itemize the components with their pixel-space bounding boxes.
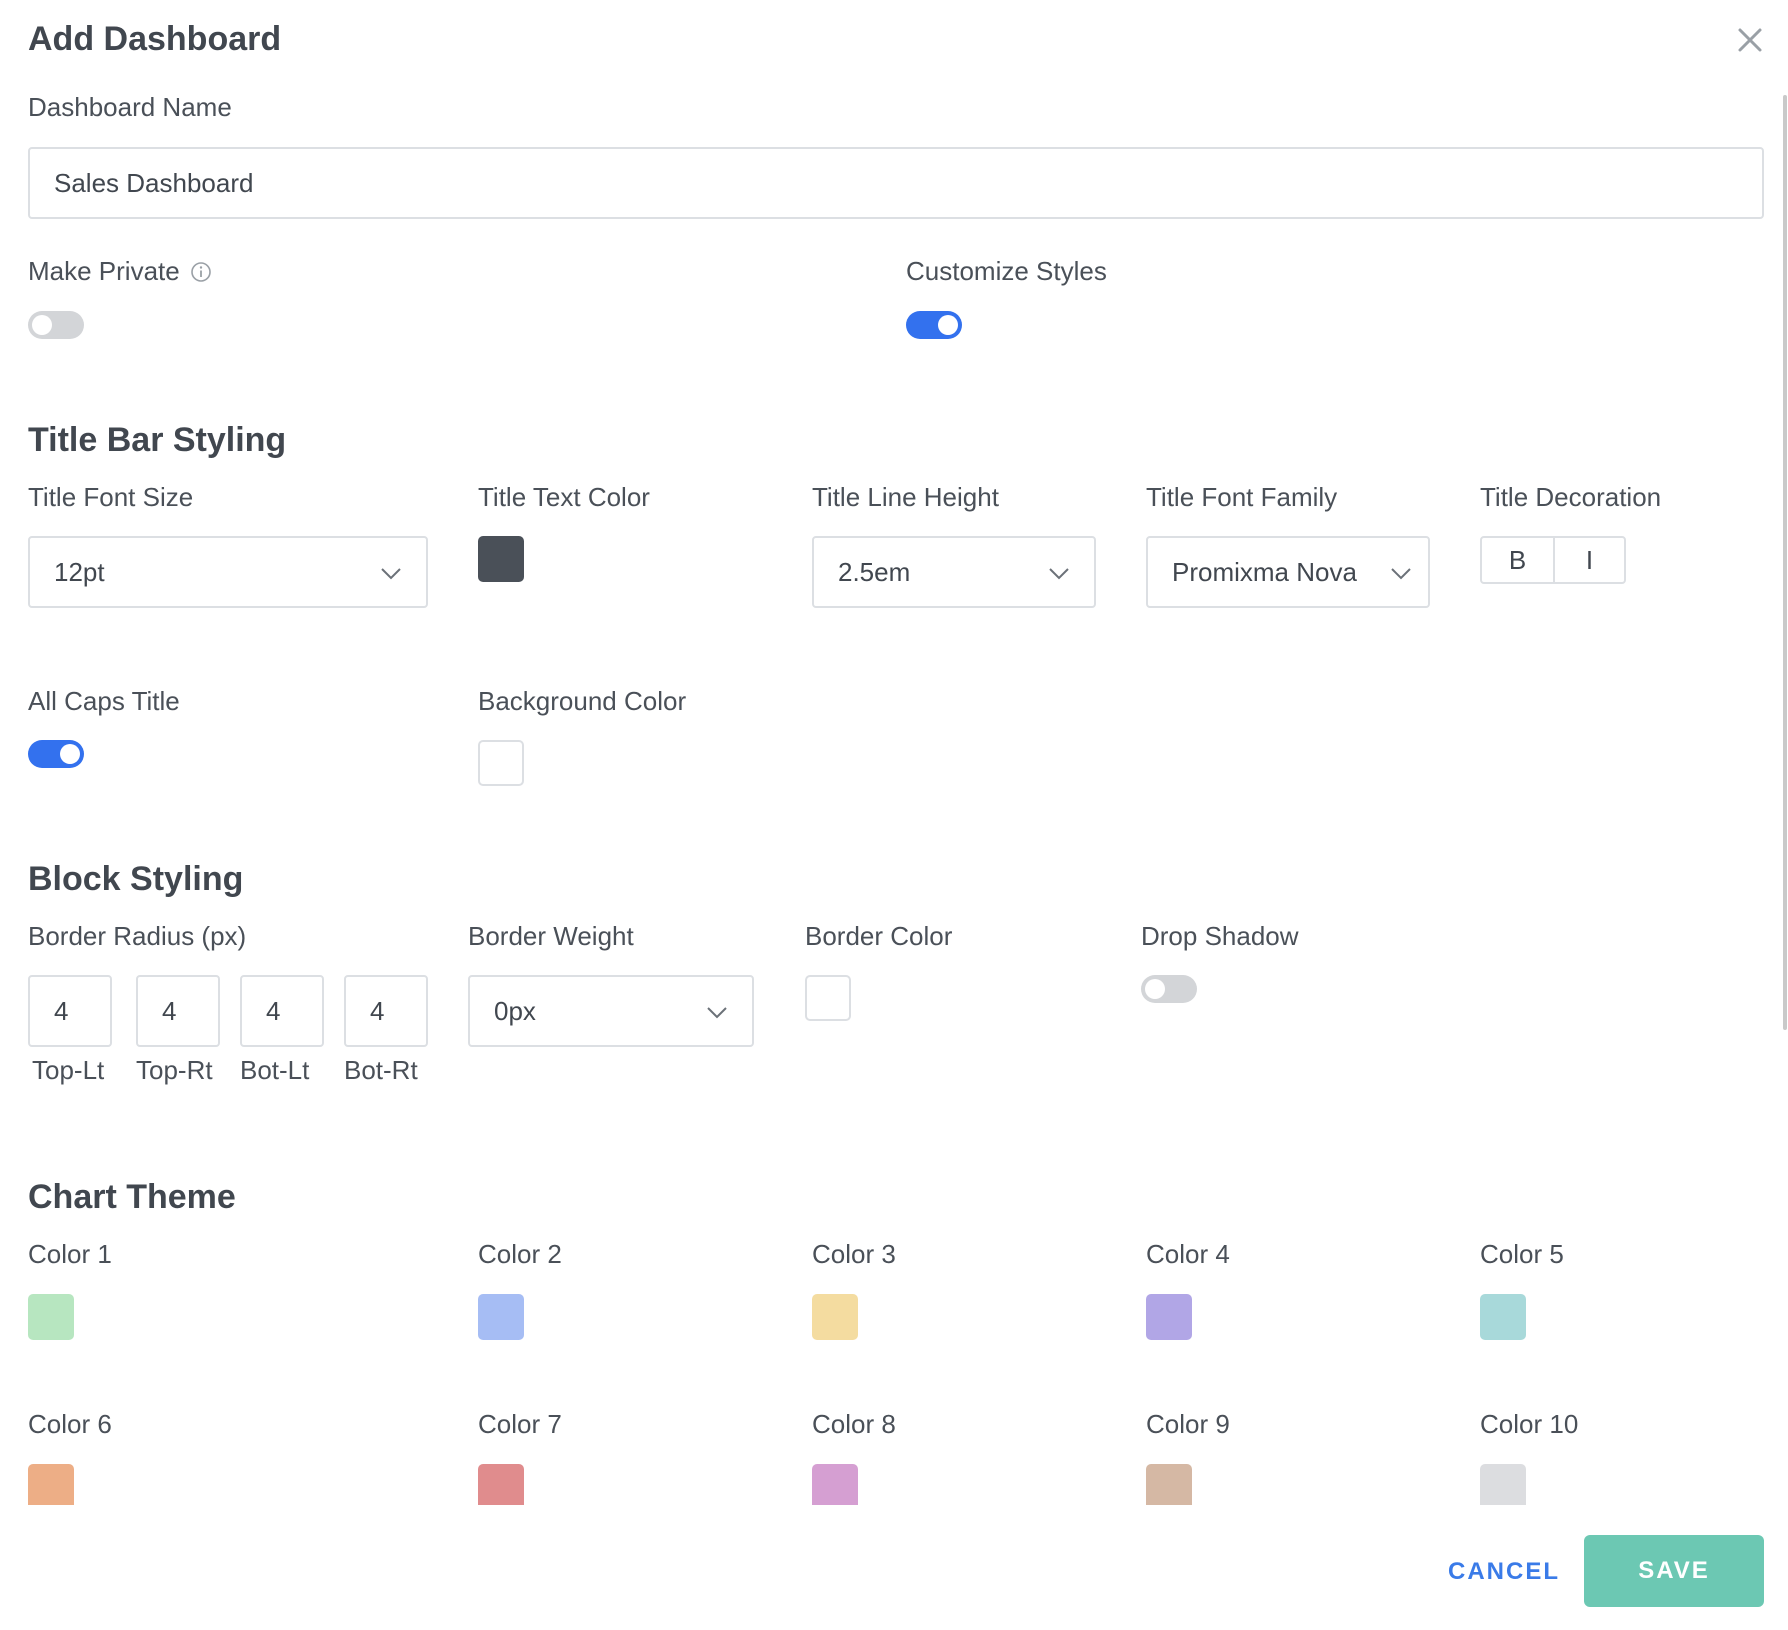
block-styling-heading: Block Styling (28, 860, 244, 898)
color-5-label: Color 5 (1480, 1239, 1564, 1269)
title-font-family-select[interactable]: Promixma Nova (1146, 536, 1430, 608)
border-color-swatch[interactable] (805, 975, 851, 1021)
scrollbar[interactable] (1783, 95, 1787, 1030)
color-2-label: Color 2 (478, 1239, 562, 1269)
color-6-label: Color 6 (28, 1409, 112, 1439)
customize-styles-toggle[interactable] (906, 311, 962, 339)
color-2-swatch[interactable] (478, 1294, 524, 1340)
color-4-label: Color 4 (1146, 1239, 1230, 1269)
color-6-swatch[interactable] (28, 1464, 74, 1505)
radius-top-right-label: Top-Rt (136, 1055, 213, 1085)
title-text-color-swatch[interactable] (478, 536, 524, 582)
dialog-title: Add Dashboard (28, 20, 282, 58)
dashboard-name-label: Dashboard Name (28, 92, 232, 122)
color-7-swatch[interactable] (478, 1464, 524, 1505)
customize-styles-label: Customize Styles (906, 256, 1107, 286)
title-decoration-label: Title Decoration (1480, 482, 1662, 512)
color-9-swatch[interactable] (1146, 1464, 1192, 1505)
title-line-height-select[interactable]: 2.5em (812, 536, 1096, 608)
color-1-label: Color 1 (28, 1239, 112, 1269)
color-8-label: Color 8 (812, 1409, 896, 1439)
chart-theme-heading: Chart Theme (28, 1178, 236, 1216)
italic-button[interactable]: I (1553, 538, 1624, 582)
title-font-size-value: 12pt (54, 556, 105, 587)
title-font-size-label: Title Font Size (28, 482, 194, 512)
color-10-swatch[interactable] (1480, 1464, 1526, 1505)
border-weight-select[interactable]: 0px (468, 975, 754, 1047)
chart-theme-row-2: Color 6 Color 7 Color 8 Color 9 Color 10 (0, 1400, 1780, 1505)
info-icon[interactable] (190, 261, 212, 283)
color-3-label: Color 3 (812, 1239, 896, 1269)
chevron-down-icon (1048, 557, 1070, 588)
title-bar-styling-heading: Title Bar Styling (28, 421, 287, 459)
background-color-swatch[interactable] (478, 740, 524, 786)
make-private-label: Make Private (28, 256, 180, 286)
title-decoration-group: B I (1480, 536, 1626, 584)
make-private-toggle[interactable] (28, 311, 84, 339)
radius-top-right-input[interactable]: 4 (136, 975, 220, 1047)
title-line-height-label: Title Line Height (812, 482, 999, 512)
background-color-label: Background Color (478, 686, 687, 716)
radius-top-left-label: Top-Lt (32, 1055, 105, 1085)
close-icon[interactable] (1732, 22, 1768, 58)
color-9-label: Color 9 (1146, 1409, 1230, 1439)
color-7-label: Color 7 (478, 1409, 562, 1439)
title-font-family-label: Title Font Family (1146, 482, 1338, 512)
cancel-button[interactable]: CANCEL (1442, 1550, 1566, 1594)
border-weight-value: 0px (494, 995, 536, 1026)
color-8-swatch[interactable] (812, 1464, 858, 1505)
border-radius-label: Border Radius (px) (28, 921, 247, 951)
all-caps-title-label: All Caps Title (28, 686, 180, 716)
color-4-swatch[interactable] (1146, 1294, 1192, 1340)
chevron-down-icon (1390, 557, 1412, 588)
radius-bottom-right-input[interactable]: 4 (344, 975, 428, 1047)
color-3-swatch[interactable] (812, 1294, 858, 1340)
border-weight-label: Border Weight (468, 921, 634, 951)
title-font-size-select[interactable]: 12pt (28, 536, 428, 608)
chevron-down-icon (706, 996, 728, 1027)
radius-bottom-right-label: Bot-Rt (344, 1055, 418, 1085)
title-font-family-value: Promixma Nova (1172, 556, 1357, 587)
color-5-swatch[interactable] (1480, 1294, 1526, 1340)
radius-top-left-input[interactable]: 4 (28, 975, 112, 1047)
dashboard-name-input[interactable] (28, 147, 1764, 219)
color-1-swatch[interactable] (28, 1294, 74, 1340)
radius-bottom-left-input[interactable]: 4 (240, 975, 324, 1047)
radius-bottom-left-label: Bot-Lt (240, 1055, 310, 1085)
drop-shadow-label: Drop Shadow (1141, 921, 1299, 951)
make-private-label-group: Make Private (28, 256, 212, 287)
save-button[interactable]: SAVE (1584, 1535, 1764, 1607)
bold-button[interactable]: B (1482, 538, 1553, 582)
all-caps-title-toggle[interactable] (28, 740, 84, 768)
border-color-label: Border Color (805, 921, 953, 951)
chevron-down-icon (380, 557, 402, 588)
color-10-label: Color 10 (1480, 1409, 1579, 1439)
title-line-height-value: 2.5em (838, 556, 911, 587)
title-text-color-label: Title Text Color (478, 482, 650, 512)
drop-shadow-toggle[interactable] (1141, 975, 1197, 1003)
